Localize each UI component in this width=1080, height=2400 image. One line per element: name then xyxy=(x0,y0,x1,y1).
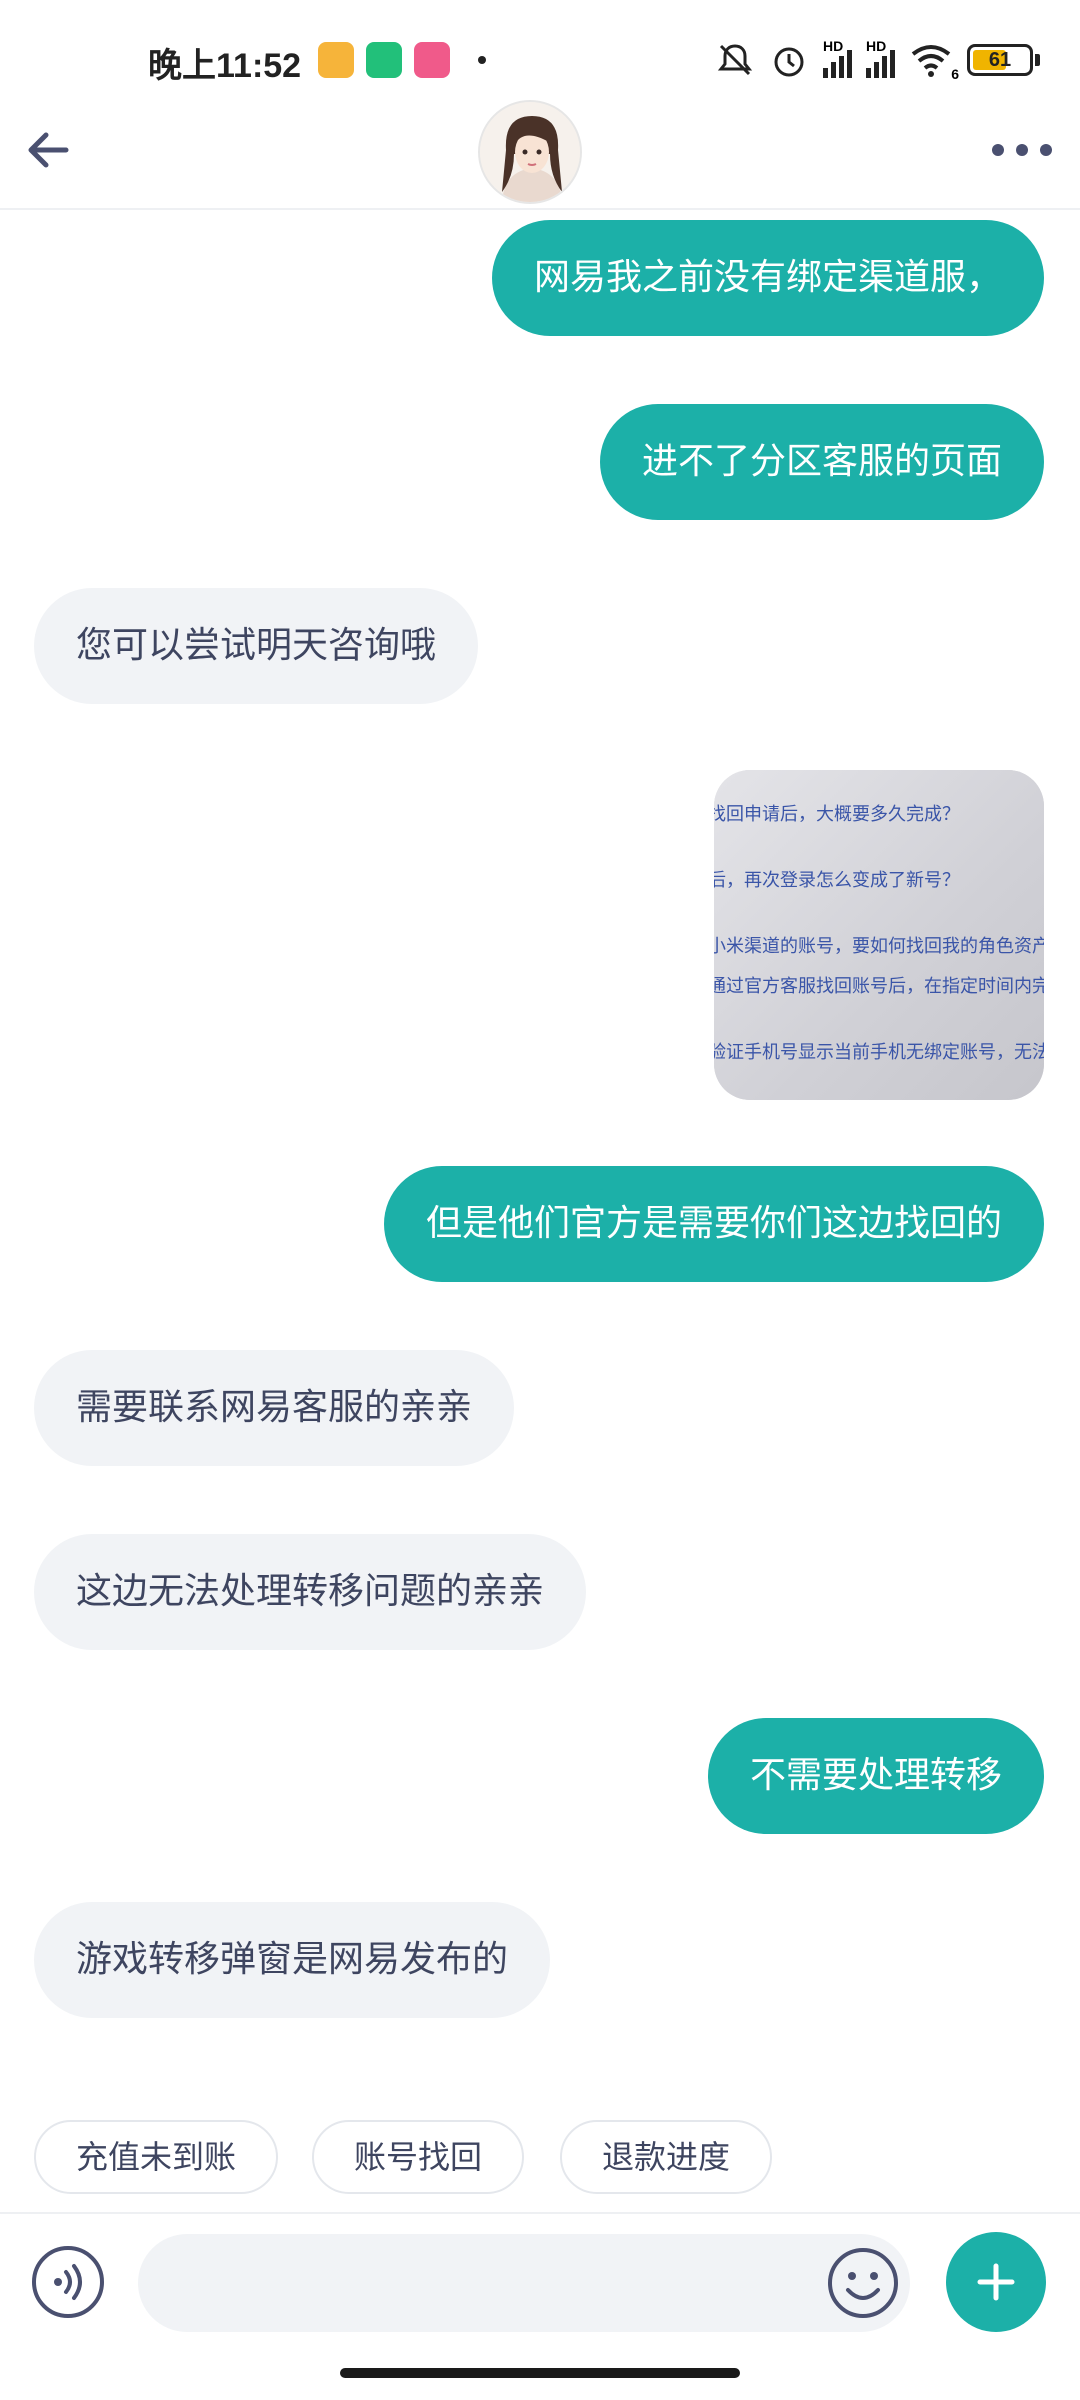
quick-reply-recharge[interactable]: 充值未到账 xyxy=(34,2120,279,2194)
status-indicators: HD HD 6 61 xyxy=(715,36,1040,84)
alarm-icon xyxy=(774,47,804,77)
outgoing-message[interactable]: 但是他们官方是需要你们这边找回的 xyxy=(383,1166,1044,1282)
outgoing-image-message[interactable]: 找回申请后，大概要多久完成？ 后，再次登录怎么变成了新号？ 小米渠道的账号，要如… xyxy=(714,770,1044,1100)
more-dot xyxy=(992,144,1004,156)
home-indicator[interactable] xyxy=(340,2368,740,2378)
outgoing-message[interactable]: 网易我之前没有绑定渠道服， xyxy=(491,220,1044,336)
more-notifications-dot xyxy=(478,56,486,64)
message-input[interactable] xyxy=(138,2234,910,2332)
mute-bell-icon xyxy=(717,44,753,76)
bilibili-app-icon xyxy=(414,42,450,78)
agent-avatar[interactable] xyxy=(478,100,582,204)
more-dot xyxy=(1016,144,1028,156)
signal-1: HD xyxy=(823,38,852,78)
notes-app-icon xyxy=(318,42,354,78)
incoming-message[interactable]: 您可以尝试明天咨询哦 xyxy=(34,588,479,704)
battery-icon: 61 xyxy=(967,44,1033,76)
emoji-button[interactable] xyxy=(826,2246,900,2320)
image-text-line: 通过官方客服找回账号后，在指定时间内完成渠 xyxy=(714,976,1044,997)
incoming-message[interactable]: 需要联系网易客服的亲亲 xyxy=(34,1350,515,1466)
image-text-line: 找回申请后，大概要多久完成？ xyxy=(714,804,960,825)
shield-app-icon xyxy=(366,42,402,78)
add-attachment-button[interactable] xyxy=(946,2232,1046,2332)
status-time: 晚上11:52 xyxy=(148,47,302,85)
wifi-icon xyxy=(911,45,951,77)
outgoing-message[interactable]: 进不了分区客服的页面 xyxy=(599,404,1044,520)
quick-reply-bar: 充值未到账 账号找回 退款进度 xyxy=(0,2100,1080,2214)
more-options-button[interactable] xyxy=(992,138,1052,162)
voice-icon xyxy=(54,2264,82,2300)
voice-button[interactable] xyxy=(32,2246,104,2318)
emoji-icon xyxy=(828,2248,898,2318)
incoming-message[interactable]: 游戏转移弹窗是网易发布的 xyxy=(34,1902,551,2018)
battery-level: 61 xyxy=(988,49,1012,71)
chat-header xyxy=(0,100,1080,210)
quick-reply-refund-progress[interactable]: 退款进度 xyxy=(560,2120,773,2194)
image-text-line: 验证手机号显示当前手机无绑定账号，无法 xyxy=(714,1042,1044,1063)
network-label-1: HD xyxy=(823,38,844,54)
image-text-line: 后，再次登录怎么变成了新号？ xyxy=(714,870,960,891)
chat-message-list[interactable]: 网易我之前没有绑定渠道服， 进不了分区客服的页面 您可以尝试明天咨询哦 找回申请… xyxy=(0,212,1080,2082)
outgoing-message[interactable]: 不需要处理转移 xyxy=(707,1718,1044,1834)
avatar-portrait-icon xyxy=(480,102,580,202)
image-text-line: 小米渠道的账号，要如何找回我的角色资产 xyxy=(714,936,1044,957)
signal-2: HD xyxy=(866,38,895,78)
plus-icon xyxy=(977,2263,1015,2301)
more-dot xyxy=(1040,144,1052,156)
incoming-message[interactable]: 这边无法处理转移问题的亲亲 xyxy=(34,1534,587,1650)
quick-reply-account-recovery[interactable]: 账号找回 xyxy=(312,2120,525,2194)
battery-cap xyxy=(1035,54,1040,66)
back-button[interactable] xyxy=(18,120,78,180)
wifi-indicator: 6 xyxy=(909,42,959,82)
network-label-2: HD xyxy=(866,38,887,54)
wifi-label: 6 xyxy=(951,66,959,82)
input-bar xyxy=(0,2216,1080,2346)
arrow-left-icon xyxy=(28,132,69,168)
